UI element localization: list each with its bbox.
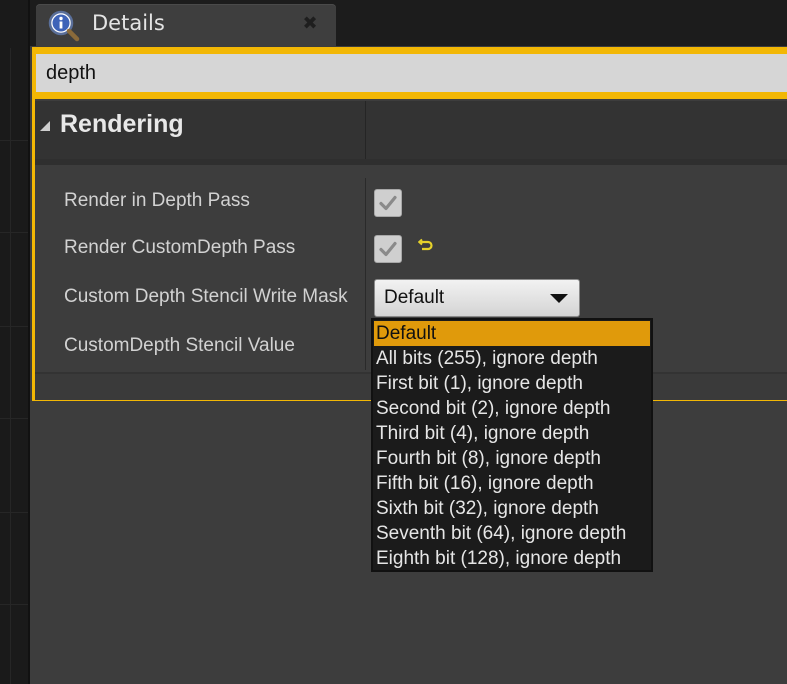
close-icon[interactable]: ✖ bbox=[300, 14, 320, 34]
menu-item-default[interactable]: Default bbox=[374, 321, 650, 346]
reset-to-default-icon[interactable] bbox=[417, 238, 434, 254]
property-label-stencil-value: CustomDepth Stencil Value bbox=[64, 335, 295, 356]
grid-line bbox=[0, 232, 28, 233]
search-input[interactable] bbox=[36, 54, 787, 92]
render-in-depth-pass-checkbox[interactable] bbox=[374, 189, 402, 217]
info-magnifier-icon bbox=[46, 8, 80, 42]
check-icon bbox=[379, 241, 397, 257]
grid-line bbox=[0, 140, 28, 141]
collapse-triangle-icon[interactable] bbox=[40, 121, 50, 131]
property-label-render-in-depth-pass: Render in Depth Pass bbox=[64, 190, 250, 211]
dropdown-menu: Default All bits (255), ignore depth Fir… bbox=[371, 318, 653, 572]
menu-item-sixth-bit[interactable]: Sixth bit (32), ignore depth bbox=[374, 496, 650, 521]
menu-item-seventh-bit[interactable]: Seventh bit (64), ignore depth bbox=[374, 521, 650, 546]
grid-line bbox=[0, 512, 28, 513]
column-splitter[interactable] bbox=[365, 101, 366, 159]
category-separator bbox=[35, 159, 787, 165]
column-splitter[interactable] bbox=[365, 178, 366, 370]
menu-item-second-bit[interactable]: Second bit (2), ignore depth bbox=[374, 396, 650, 421]
stencil-write-mask-dropdown[interactable]: Default bbox=[374, 279, 580, 317]
menu-item-third-bit[interactable]: Third bit (4), ignore depth bbox=[374, 421, 650, 446]
grid-line bbox=[0, 418, 28, 419]
grid-line bbox=[0, 604, 28, 605]
grid-line bbox=[0, 326, 28, 327]
menu-item-all-bits[interactable]: All bits (255), ignore depth bbox=[374, 346, 650, 371]
property-label-stencil-write-mask: Custom Depth Stencil Write Mask bbox=[64, 286, 348, 307]
menu-item-fifth-bit[interactable]: Fifth bit (16), ignore depth bbox=[374, 471, 650, 496]
category-label: Rendering bbox=[60, 110, 184, 138]
render-customdepth-pass-checkbox[interactable] bbox=[374, 235, 402, 263]
property-label-render-customdepth-pass: Render CustomDepth Pass bbox=[64, 237, 296, 258]
tab-details[interactable]: Details ✖ bbox=[36, 4, 336, 46]
details-window: Details ✖ Rendering Render in Depth Pass… bbox=[0, 0, 787, 684]
tab-title: Details bbox=[92, 11, 165, 35]
dropdown-selected-value: Default bbox=[384, 287, 445, 308]
menu-item-first-bit[interactable]: First bit (1), ignore depth bbox=[374, 371, 650, 396]
chevron-down-icon bbox=[550, 294, 568, 303]
check-icon bbox=[379, 195, 397, 211]
grid-line bbox=[10, 48, 11, 684]
menu-item-eighth-bit[interactable]: Eighth bit (128), ignore depth bbox=[374, 546, 650, 571]
menu-item-fourth-bit[interactable]: Fourth bit (8), ignore depth bbox=[374, 446, 650, 471]
left-viewport-strip bbox=[0, 0, 30, 684]
